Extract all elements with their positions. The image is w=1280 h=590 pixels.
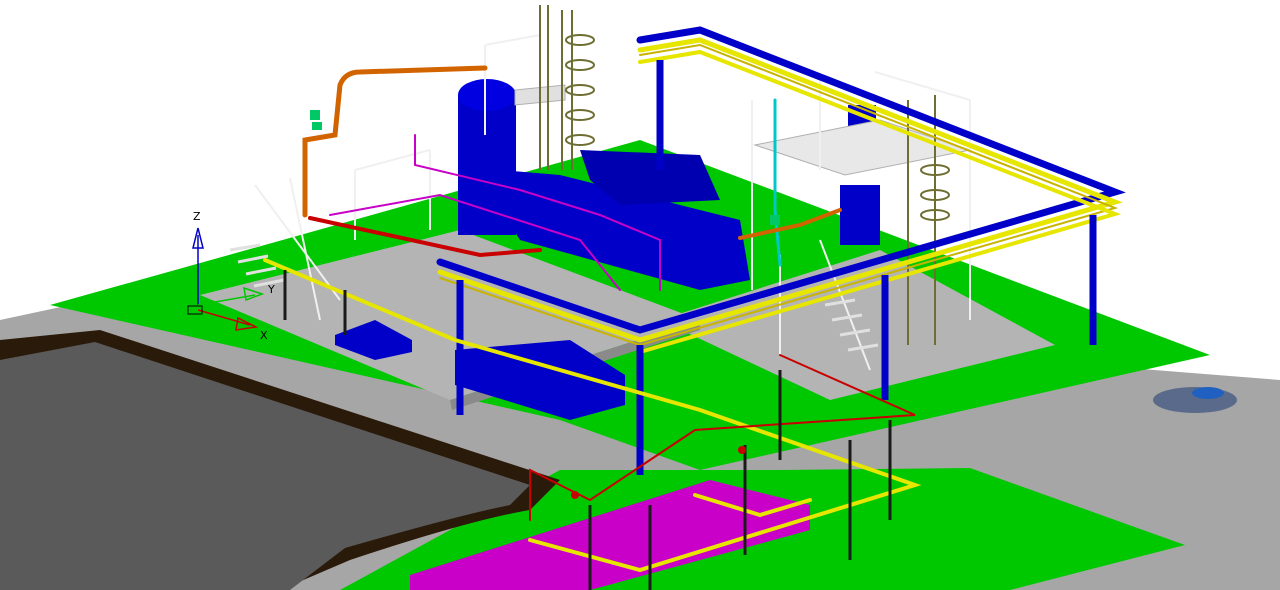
axis-z-label: Z [193, 210, 201, 223]
vessel-top [458, 79, 516, 111]
plant-3d-model: Z Y X [0, 5, 1280, 590]
axis-x-label: X [260, 329, 268, 342]
axis-y-label: Y [267, 283, 275, 296]
platform-right [753, 119, 972, 176]
manhole-cover [1192, 387, 1224, 399]
cad-3d-viewport[interactable]: Z Y X [0, 0, 1280, 590]
right-vessel [840, 185, 880, 245]
